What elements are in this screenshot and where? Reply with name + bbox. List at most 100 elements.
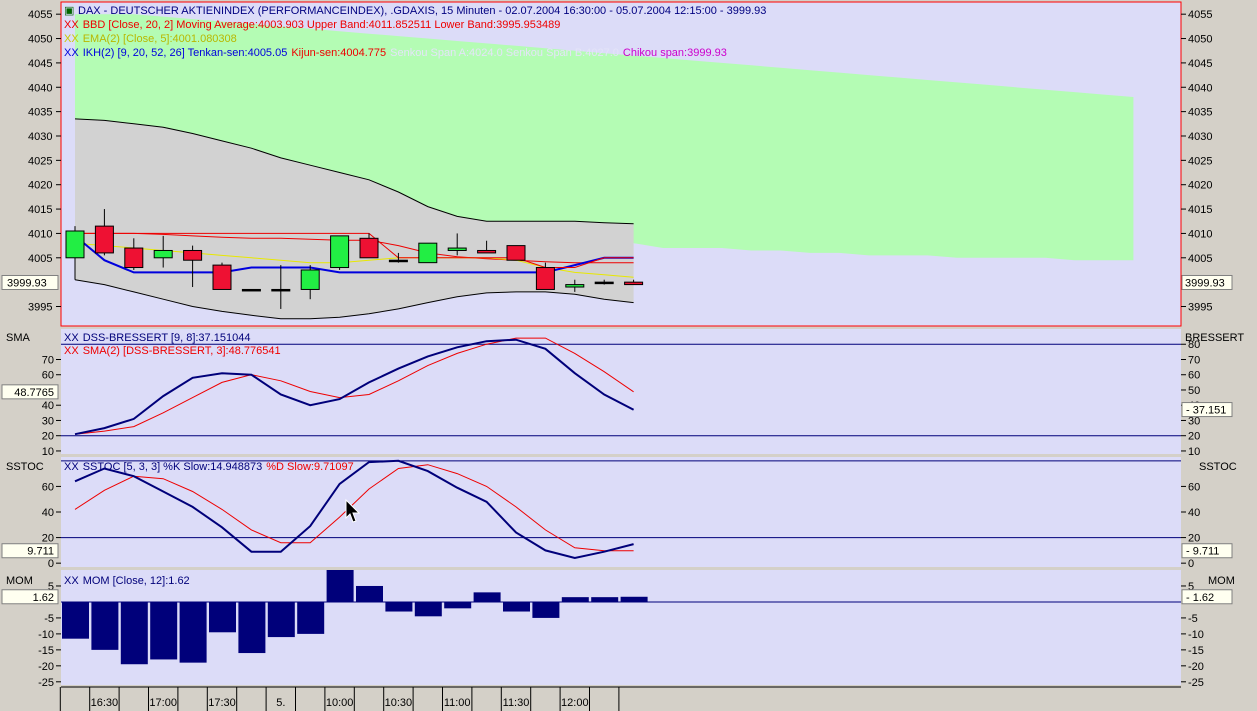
x-tick-label: 16:30 [91,697,119,709]
y-tick-label: 4025 [28,155,52,167]
momentum-bar [62,601,89,639]
momentum-bar [532,601,560,618]
legend-bbd: XX BBD [Close, 20, 2] Moving Average:4003… [64,19,560,31]
y-tick-label: 0 [1188,558,1194,570]
momentum-bar [326,570,354,602]
y-tick-label: 10 [42,446,54,458]
mom-panel[interactable]: XX MOM [Close, 12]:1.62 [61,570,1181,685]
chart-canvas: ▣ DAX - DEUTSCHER AKTIENINDEX (PERFORMAN… [0,0,1257,711]
candle [241,288,261,292]
y-tick-label: 4040 [1188,82,1212,94]
momentum-bar [238,601,266,654]
candle-body [124,247,144,269]
y-tick-label: 3995 [28,302,52,314]
candle-body [359,237,379,259]
x-tick-label: 10:30 [385,697,413,709]
y-tick-label: 4055 [1188,9,1212,21]
mom-legend: XX MOM [Close, 12]:1.62 [64,575,190,587]
legend-senkou-text: Senkou Span A:4024.0 Senkou Span B:4027.… [390,47,619,59]
momentum-bar [356,585,383,602]
candle-body [624,281,644,286]
momentum-bar [297,601,325,634]
sma-legend-1: XX DSS-BRESSERT [9, 8]:37.151044 [64,332,250,344]
legend-prefix: XX [64,19,79,31]
momentum-bar [150,601,178,660]
sma-panel-label: SMA [6,332,31,344]
y-tick-label: 4055 [28,9,52,21]
y-tick-label: 4040 [28,82,52,94]
y-tick-label: -25 [38,677,54,689]
candle-body [418,242,438,264]
x-tick-label: 11:00 [444,697,471,709]
mom-panel-label: MOM [6,575,33,587]
candle-body [183,249,203,261]
candle-body [330,235,350,269]
momentum-bar [179,601,207,663]
current-value-label: - 9.711 [1186,546,1219,558]
price-title: DAX - DEUTSCHER AKTIENINDEX (PERFORMANCE… [78,5,766,17]
legend-kijun-text: Kijun-sen:4004.775 [291,47,386,59]
candle-body [241,288,261,292]
y-tick-label: -10 [1188,629,1204,641]
y-tick-label: 4020 [1188,180,1212,192]
x-tick-label: 17:30 [208,697,236,709]
x-tick-label: 17:00 [149,697,177,709]
y-tick-label: 10 [1188,446,1200,458]
candle-body [153,249,173,259]
x-tick-label: 10:00 [326,697,354,709]
legend-prefix: XX [64,461,79,473]
x-tick-label: 5. [276,697,285,709]
momentum-bar [561,597,589,602]
y-tick-label: 4005 [28,253,52,265]
legend-prefix: XX [64,332,79,344]
y-tick-label: 20 [42,431,54,443]
candle-body [447,247,467,251]
price-title-icon: ▣ [64,5,74,17]
sstoc-panel[interactable]: XX SSTOC [5, 3, 3] %K Slow:14.948873 %D Sl… [61,457,1181,567]
legend-sstoc-d-text: %D Slow:9.71097 [266,461,353,473]
legend-sma-text: SMA(2) [DSS-BRESSERT, 3]:48.776541 [83,345,281,357]
y-tick-label: 4030 [28,131,52,143]
y-tick-label: 4030 [1188,131,1212,143]
momentum-bar [444,601,472,609]
y-tick-label: 4045 [1188,58,1212,70]
y-tick-label: 50 [1188,385,1200,397]
legend-prefix: XX [64,575,79,587]
current-value-label: 9.711 [27,546,54,558]
sstoc-legend: XX SSTOC [5, 3, 3] %K Slow:14.948873 %D Sl… [64,461,354,473]
current-value-label: 48.7765 [14,387,54,399]
y-tick-label: -20 [38,661,54,673]
candle [212,262,232,290]
sma-panel[interactable]: XX DSS-BRESSERT [9, 8]:37.151044 XX SMA(2)… [61,329,1181,454]
last-value-label: 3999.93 [7,277,47,289]
candle-body [565,284,585,288]
momentum-bar [91,601,119,650]
x-tick-label: 11:30 [503,697,530,709]
legend-ikh-text: IKH(2) [9, 20, 52, 26] Tenkan-sen:4005.0… [83,47,288,59]
y-tick-label: 4025 [1188,155,1212,167]
y-tick-label: 0 [48,558,54,570]
legend-prefix: XX [64,33,79,45]
y-tick-label: 60 [1188,370,1200,382]
candle-body [477,249,497,254]
legend-prefix: XX [64,47,79,59]
momentum-bar [385,601,413,612]
candle [418,242,438,264]
mom-panel-right-label: MOM [1208,575,1235,587]
candle-body [94,225,114,254]
legend-dss-text: DSS-BRESSERT [9, 8]:37.151044 [83,332,251,344]
sma-legend-2: XX SMA(2) [DSS-BRESSERT, 3]:48.776541 [64,345,281,357]
candle-body [594,281,614,285]
y-tick-label: -25 [1188,677,1204,689]
legend-prefix: XX [64,345,79,357]
y-tick-label: 4010 [28,228,52,240]
y-tick-label: 70 [1188,354,1200,366]
y-tick-label: 20 [42,533,54,545]
price-panel[interactable]: ▣ DAX - DEUTSCHER AKTIENINDEX (PERFORMAN… [60,1,1182,327]
momentum-bar [591,597,619,602]
y-tick-label: 4050 [1188,34,1212,46]
y-tick-label: 4035 [28,107,52,119]
y-tick-label: 4035 [1188,107,1212,119]
y-tick-label: 60 [42,370,54,382]
y-tick-label: 4015 [28,204,52,216]
